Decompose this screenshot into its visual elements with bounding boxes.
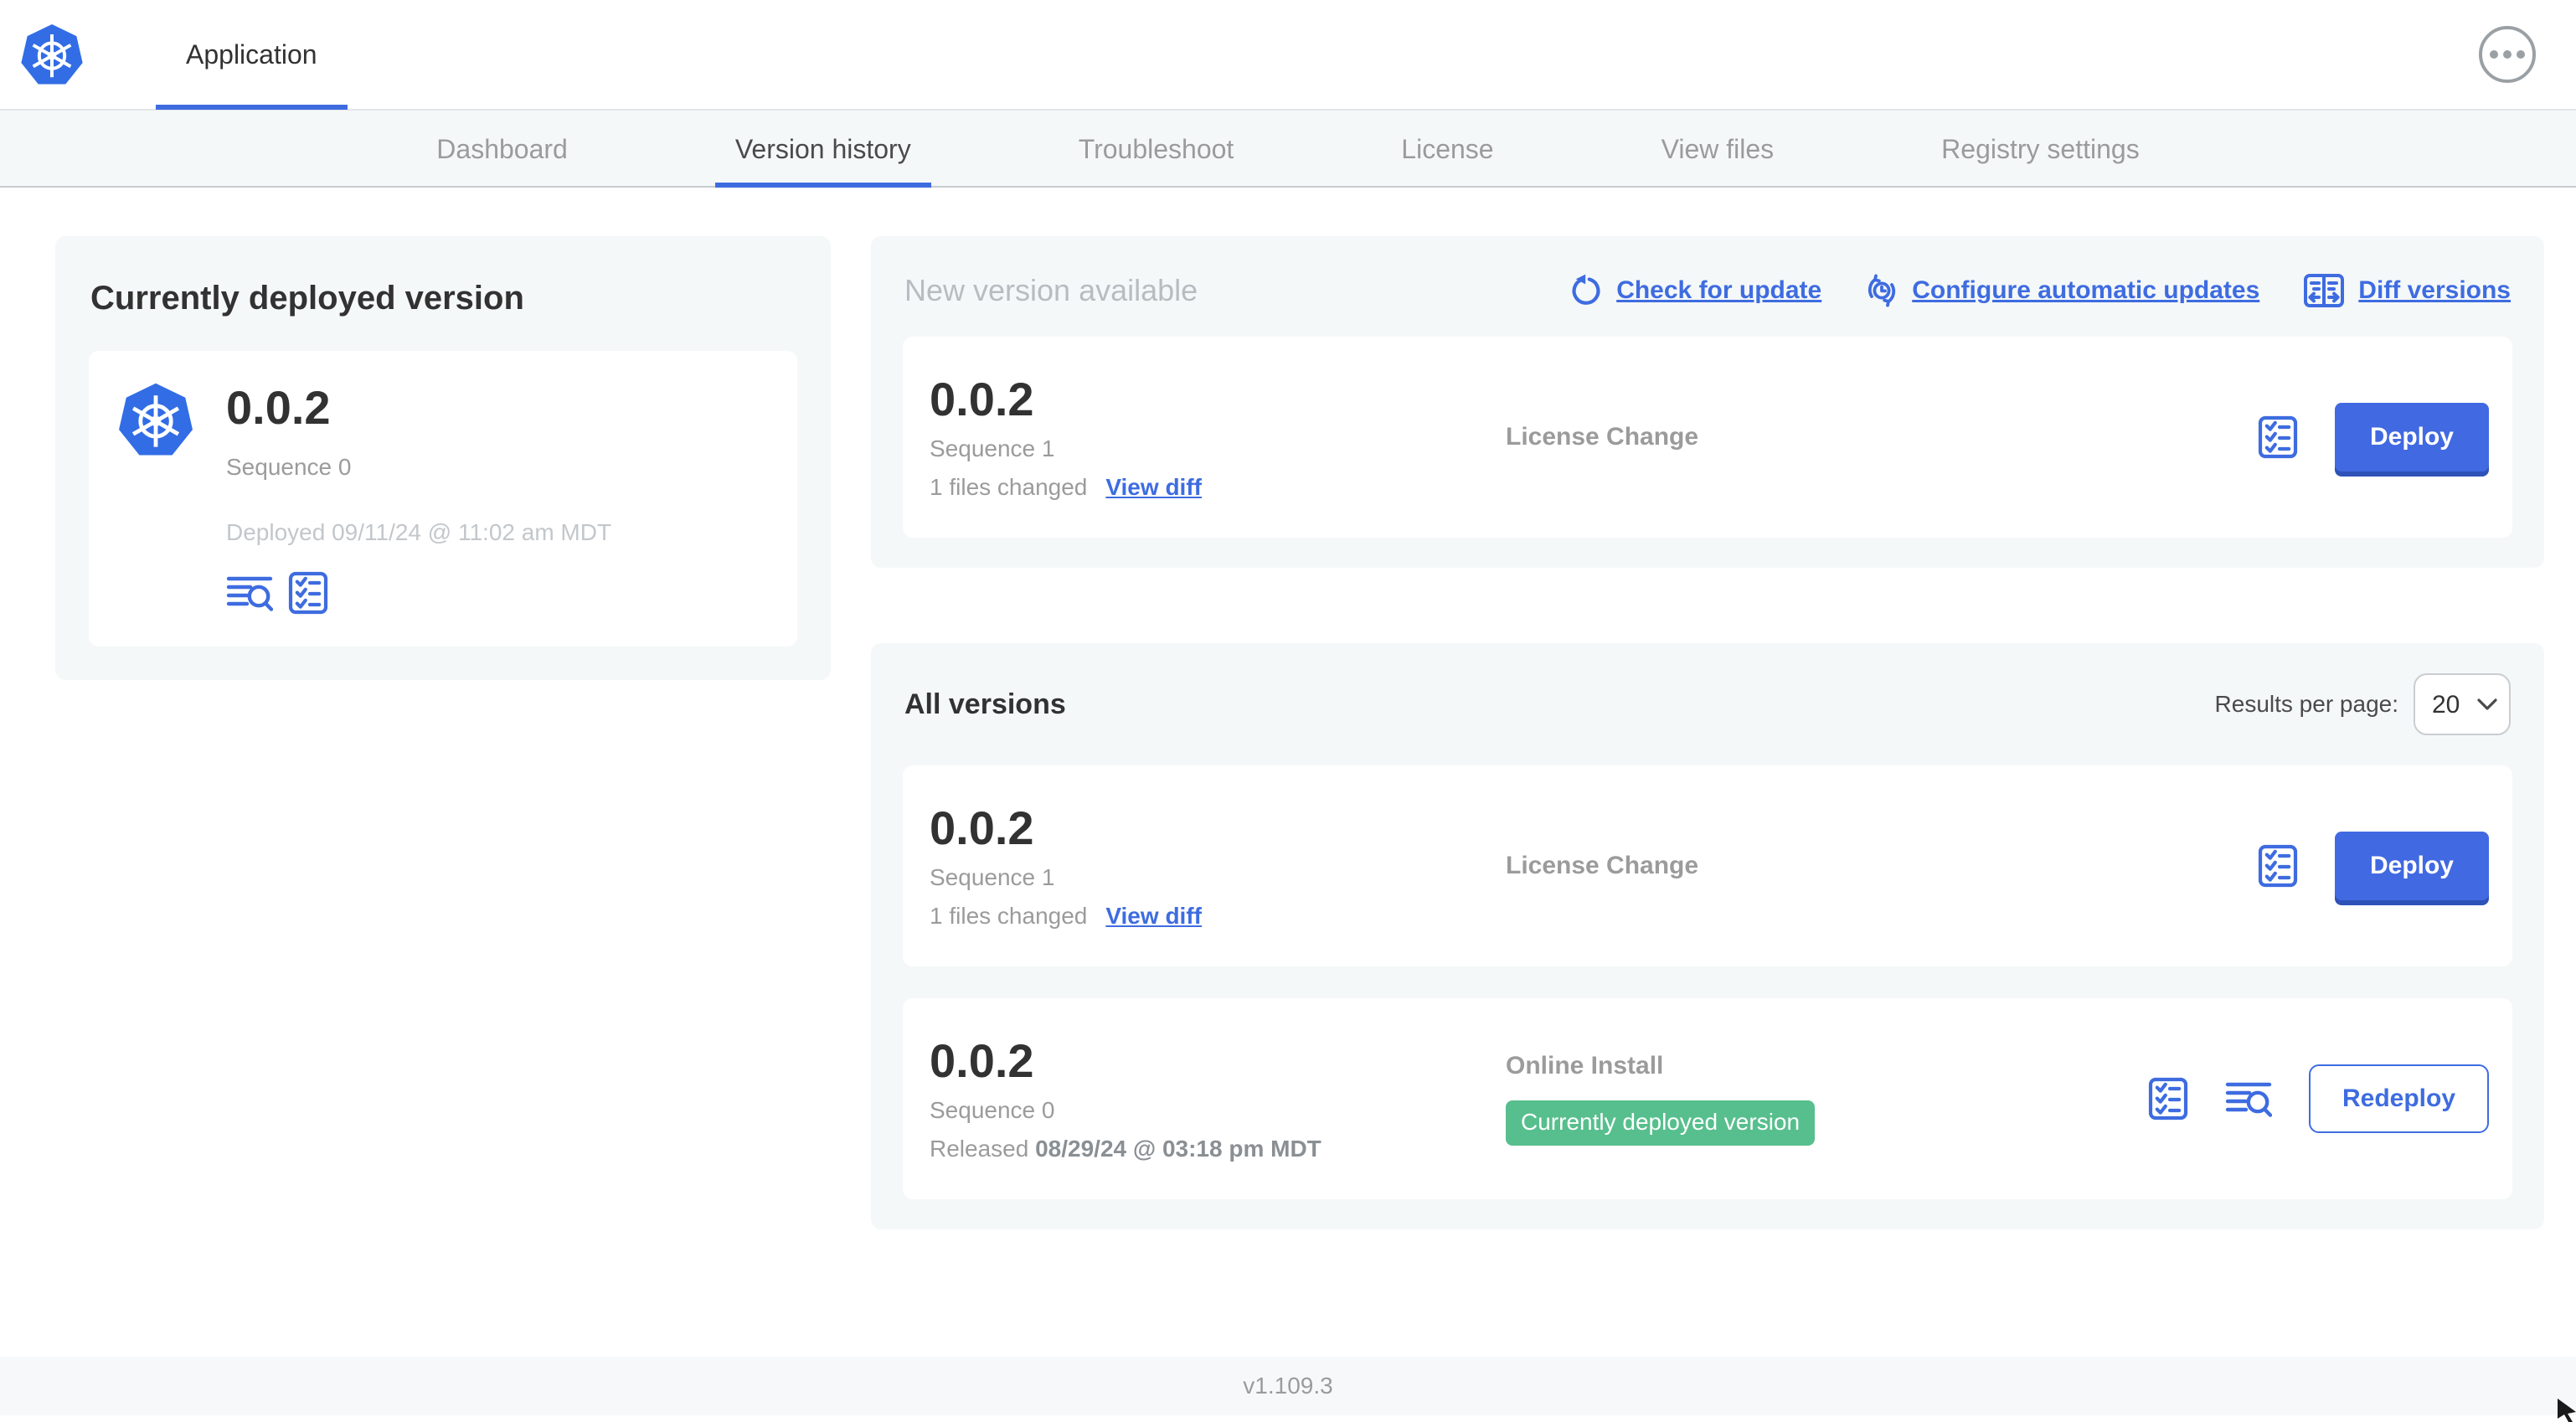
new-version-heading: New version available xyxy=(904,273,1198,307)
preflight-checks-button[interactable] xyxy=(288,571,328,615)
app-subnav: Dashboard Version history Troubleshoot L… xyxy=(0,111,2576,188)
main-content: Currently deployed version 0.0.2 Sequenc… xyxy=(0,188,2576,1355)
version-number: 0.0.2 xyxy=(930,373,1034,426)
deployed-sequence: Sequence 0 xyxy=(226,454,352,481)
currently-deployed-heading: Currently deployed version xyxy=(90,280,524,317)
deploy-logs-button[interactable] xyxy=(226,574,273,612)
version-row: 0.0.2 Sequence 1 1 files changed View di… xyxy=(903,765,2512,966)
view-diff-link[interactable]: View diff xyxy=(1105,903,1202,930)
files-changed-label: 1 files changed xyxy=(930,473,1088,500)
overflow-menu-button[interactable] xyxy=(2479,26,2536,83)
version-source: License Change xyxy=(1506,423,1699,451)
app-tab-application[interactable]: Application xyxy=(156,0,348,110)
app-icon xyxy=(116,379,196,460)
checklist-icon xyxy=(2258,844,2298,888)
diff-icon xyxy=(2304,274,2345,307)
preflight-checks-button[interactable] xyxy=(2148,1077,2188,1121)
version-source: License Change xyxy=(1506,852,1699,879)
all-versions-heading: All versions xyxy=(904,688,1066,720)
ellipsis-icon xyxy=(2490,50,2498,59)
files-changed-label: 1 files changed xyxy=(930,902,1088,929)
deploy-button[interactable]: Deploy xyxy=(2334,403,2489,471)
version-sequence: Sequence 1 xyxy=(930,863,1055,890)
checklist-icon xyxy=(288,571,328,615)
kubernetes-logo-icon xyxy=(19,23,85,86)
deploy-button[interactable]: Deploy xyxy=(2334,832,2489,900)
version-number: 0.0.2 xyxy=(930,1034,1034,1088)
version-source: Online Install xyxy=(1506,1052,1664,1079)
version-sequence: Sequence 1 xyxy=(930,435,1055,461)
results-per-page-label: Results per page: xyxy=(2214,691,2398,717)
configure-automatic-updates-link[interactable]: Configure automatic updates xyxy=(1865,274,2259,307)
checklist-icon xyxy=(2148,1077,2188,1121)
deploy-logs-button[interactable] xyxy=(2225,1079,2272,1118)
released-date: Released 08/29/24 @ 03:18 pm MDT xyxy=(930,1135,1321,1162)
tab-registry-settings[interactable]: Registry settings xyxy=(1921,111,2160,188)
version-number: 0.0.2 xyxy=(930,801,1034,855)
version-sequence: Sequence 0 xyxy=(930,1096,1055,1123)
new-version-panel: New version available Check for update C… xyxy=(871,236,2544,568)
tab-version-history[interactable]: Version history xyxy=(714,111,931,188)
redeploy-button[interactable]: Redeploy xyxy=(2308,1064,2489,1133)
logs-icon xyxy=(2225,1079,2272,1118)
refresh-icon xyxy=(1569,274,1603,307)
app-tab-label: Application xyxy=(186,39,317,70)
tab-dashboard[interactable]: Dashboard xyxy=(416,111,588,188)
right-column: New version available Check for update C… xyxy=(871,236,2544,1229)
mouse-cursor xyxy=(2558,1399,2576,1422)
footer: v1.109.3 xyxy=(0,1357,2576,1422)
currently-deployed-panel: Currently deployed version 0.0.2 Sequenc… xyxy=(55,236,831,681)
logs-icon xyxy=(226,574,273,612)
tab-troubleshoot[interactable]: Troubleshoot xyxy=(1059,111,1255,188)
schedule-update-icon xyxy=(1868,274,1896,307)
check-for-update-link[interactable]: Check for update xyxy=(1569,274,1821,307)
deployed-date: Deployed 09/11/24 @ 11:02 am MDT xyxy=(226,519,612,546)
admin-console-version: v1.109.3 xyxy=(1243,1373,1333,1399)
diff-versions-link[interactable]: Diff versions xyxy=(2303,273,2511,308)
tab-license[interactable]: License xyxy=(1381,111,1513,188)
new-version-row: 0.0.2 Sequence 1 1 files changed View di… xyxy=(903,337,2512,538)
tab-view-files[interactable]: View files xyxy=(1641,111,1795,188)
view-diff-link[interactable]: View diff xyxy=(1105,474,1202,501)
top-bar: Application xyxy=(0,0,2576,111)
currently-deployed-card: 0.0.2 Sequence 0 Deployed 09/11/24 @ 11:… xyxy=(89,351,797,647)
preflight-checks-button[interactable] xyxy=(2258,415,2298,459)
checklist-icon xyxy=(2258,415,2298,459)
all-versions-panel: All versions Results per page: 20 0.0.2 … xyxy=(871,643,2544,1229)
deployed-version-number: 0.0.2 xyxy=(226,381,331,434)
version-row: 0.0.2 Sequence 0 Released 08/29/24 @ 03:… xyxy=(903,998,2512,1199)
preflight-checks-button[interactable] xyxy=(2258,844,2298,888)
results-per-page-select[interactable]: 20 xyxy=(2414,673,2511,735)
currently-deployed-badge: Currently deployed version xyxy=(1506,1100,1816,1146)
